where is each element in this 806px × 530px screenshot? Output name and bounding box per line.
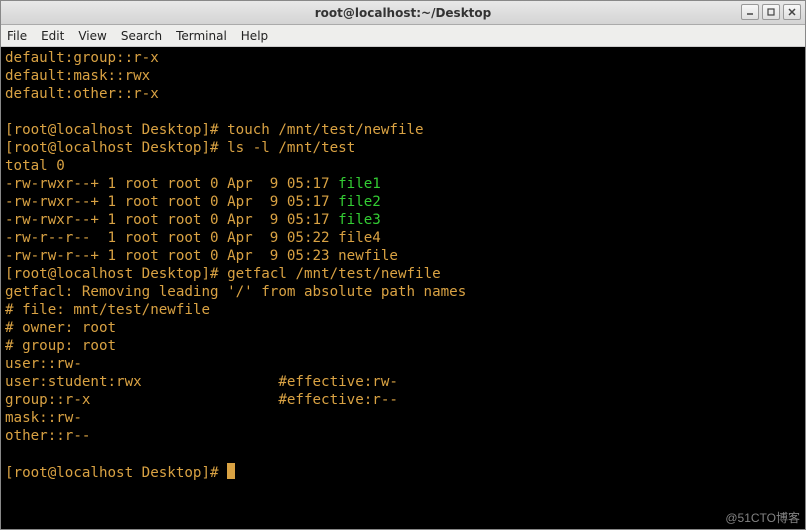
ls-row: -rw-rwxr--+ 1 root root 0 Apr 9 05:17 fi…	[5, 193, 801, 211]
prompt-line: [root@localhost Desktop]# touch /mnt/tes…	[5, 121, 801, 139]
menu-search[interactable]: Search	[121, 29, 162, 43]
ls-row: -rw-rw-r--+ 1 root root 0 Apr 9 05:23 ne…	[5, 247, 801, 265]
menu-view[interactable]: View	[78, 29, 106, 43]
acl-entry: user::rw-	[5, 355, 801, 373]
acl-default-line: default:mask::rwx	[5, 67, 801, 85]
blank-line	[5, 103, 801, 121]
window-controls	[741, 4, 801, 20]
minimize-button[interactable]	[741, 4, 759, 20]
filename: file1	[338, 176, 381, 192]
ls-row: -rw-rwxr--+ 1 root root 0 Apr 9 05:17 fi…	[5, 211, 801, 229]
acl-entry: mask::rw-	[5, 409, 801, 427]
terminal-body[interactable]: default:group::r-xdefault:mask::rwxdefau…	[1, 47, 805, 529]
getfacl-header: # group: root	[5, 337, 801, 355]
prompt-line: [root@localhost Desktop]# getfacl /mnt/t…	[5, 265, 801, 283]
filename: newfile	[338, 248, 398, 264]
getfacl-warn: getfacl: Removing leading '/' from absol…	[5, 283, 801, 301]
maximize-button[interactable]	[762, 4, 780, 20]
close-button[interactable]	[783, 4, 801, 20]
acl-entry: group::r-x #effective:r--	[5, 391, 801, 409]
minimize-icon	[745, 7, 755, 17]
close-icon	[787, 7, 797, 17]
cursor-icon	[227, 463, 235, 479]
acl-default-line: default:other::r-x	[5, 85, 801, 103]
menu-terminal[interactable]: Terminal	[176, 29, 227, 43]
menu-file[interactable]: File	[7, 29, 27, 43]
filename: file3	[338, 212, 381, 228]
terminal-window: root@localhost:~/Desktop File Edit View …	[0, 0, 806, 530]
menu-edit[interactable]: Edit	[41, 29, 64, 43]
filename: file2	[338, 194, 381, 210]
acl-entry: user:student:rwx #effective:rw-	[5, 373, 801, 391]
blank-line	[5, 445, 801, 463]
command: ls -l /mnt/test	[227, 140, 355, 156]
menu-help[interactable]: Help	[241, 29, 268, 43]
filename: file4	[338, 230, 381, 246]
prompt-line: [root@localhost Desktop]# ls -l /mnt/tes…	[5, 139, 801, 157]
ls-row: -rw-rwxr--+ 1 root root 0 Apr 9 05:17 fi…	[5, 175, 801, 193]
maximize-icon	[766, 7, 776, 17]
getfacl-header: # owner: root	[5, 319, 801, 337]
window-title: root@localhost:~/Desktop	[1, 6, 805, 20]
acl-default-line: default:group::r-x	[5, 49, 801, 67]
command: getfacl /mnt/test/newfile	[227, 266, 441, 282]
menubar: File Edit View Search Terminal Help	[1, 25, 805, 47]
ls-row: -rw-r--r-- 1 root root 0 Apr 9 05:22 fil…	[5, 229, 801, 247]
ls-total: total 0	[5, 157, 801, 175]
acl-entry: other::r--	[5, 427, 801, 445]
command: touch /mnt/test/newfile	[227, 122, 423, 138]
titlebar: root@localhost:~/Desktop	[1, 1, 805, 25]
watermark-text: @51CTO博客	[725, 509, 800, 526]
getfacl-header: # file: mnt/test/newfile	[5, 301, 801, 319]
prompt-line: [root@localhost Desktop]#	[5, 463, 801, 482]
